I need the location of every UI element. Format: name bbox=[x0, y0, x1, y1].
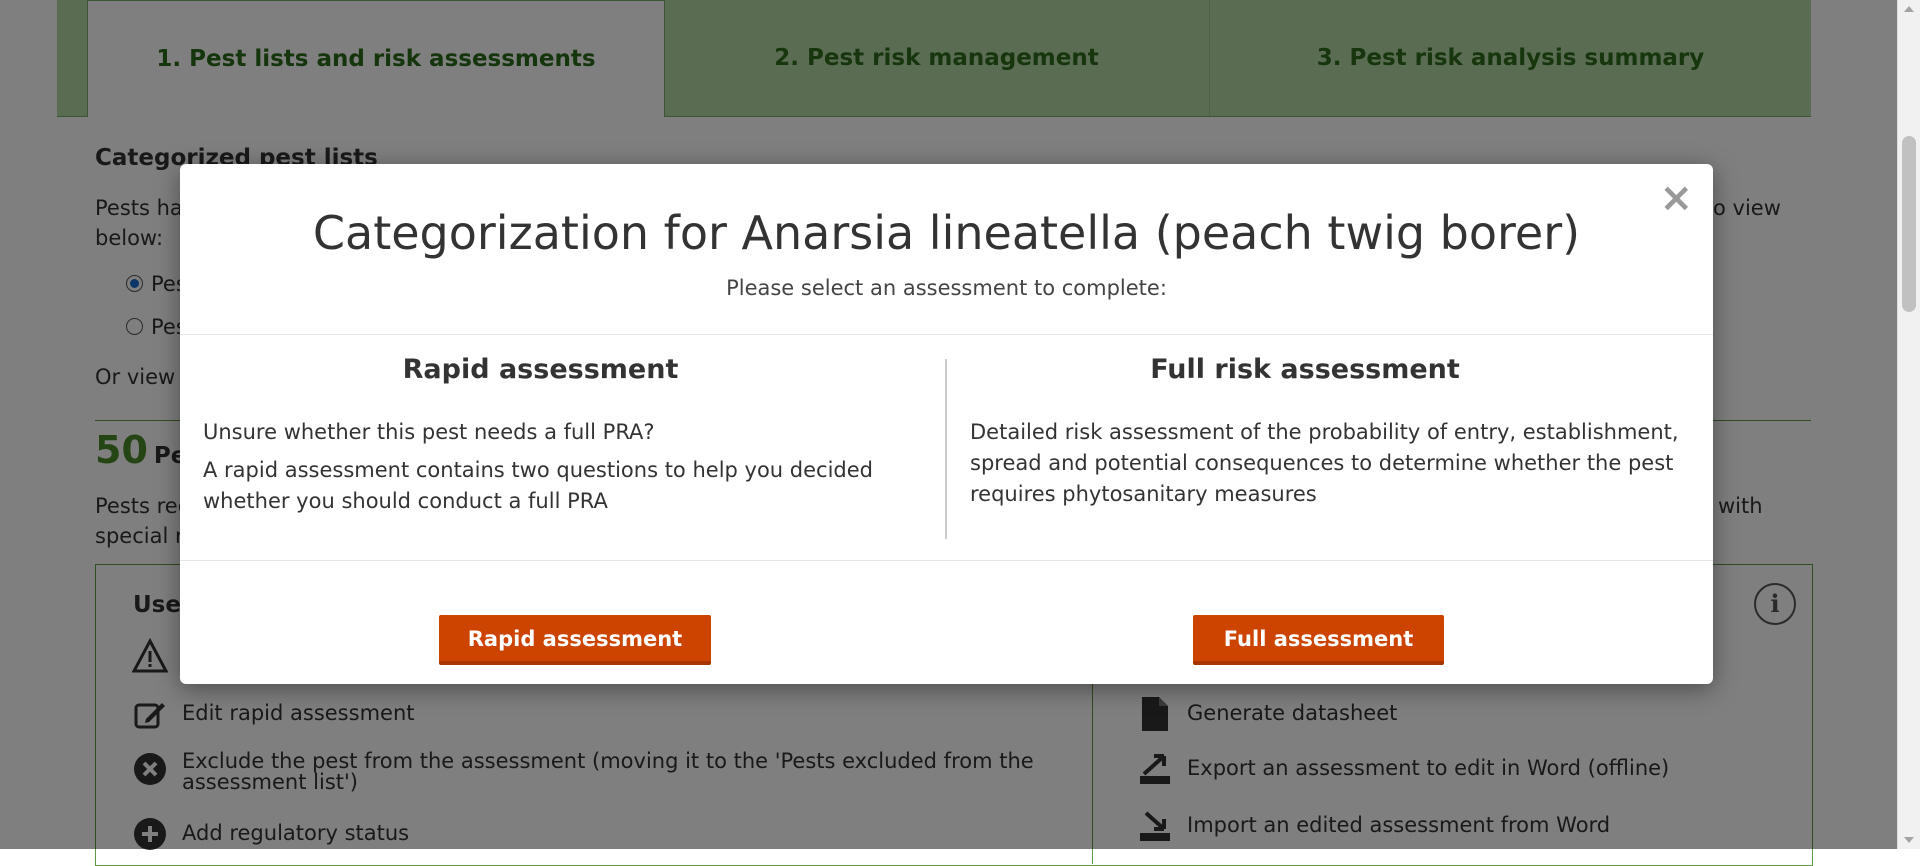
scroll-thumb[interactable] bbox=[1902, 136, 1916, 312]
full-assessment-button[interactable]: Full assessment bbox=[1193, 615, 1444, 665]
rapid-assessment-description: A rapid assessment contains two question… bbox=[203, 458, 874, 513]
page-scrollbar[interactable] bbox=[1897, 0, 1920, 849]
column-divider bbox=[945, 359, 947, 539]
modal-footer-divider bbox=[180, 560, 1713, 561]
full-assessment-title: Full risk assessment bbox=[1150, 354, 1460, 385]
scroll-down-arrow[interactable] bbox=[1904, 837, 1914, 843]
categorization-modal: × Categorization for Anarsia lineatella … bbox=[180, 164, 1713, 684]
modal-subtitle: Please select an assessment to complete: bbox=[726, 276, 1167, 300]
rapid-assessment-question: Unsure whether this pest needs a full PR… bbox=[203, 420, 655, 444]
rapid-assessment-title: Rapid assessment bbox=[402, 354, 679, 385]
rapid-assessment-button[interactable]: Rapid assessment bbox=[439, 615, 711, 665]
scroll-up-arrow[interactable] bbox=[1904, 6, 1914, 12]
full-assessment-description: Detailed risk assessment of the probabil… bbox=[970, 420, 1679, 506]
rapid-assessment-column: Rapid assessment Unsure whether this pes… bbox=[203, 354, 923, 524]
modal-header-divider bbox=[180, 334, 1713, 335]
full-assessment-column: Full risk assessment Detailed risk asses… bbox=[970, 354, 1690, 517]
modal-title: Categorization for Anarsia lineatella (p… bbox=[312, 206, 1581, 260]
